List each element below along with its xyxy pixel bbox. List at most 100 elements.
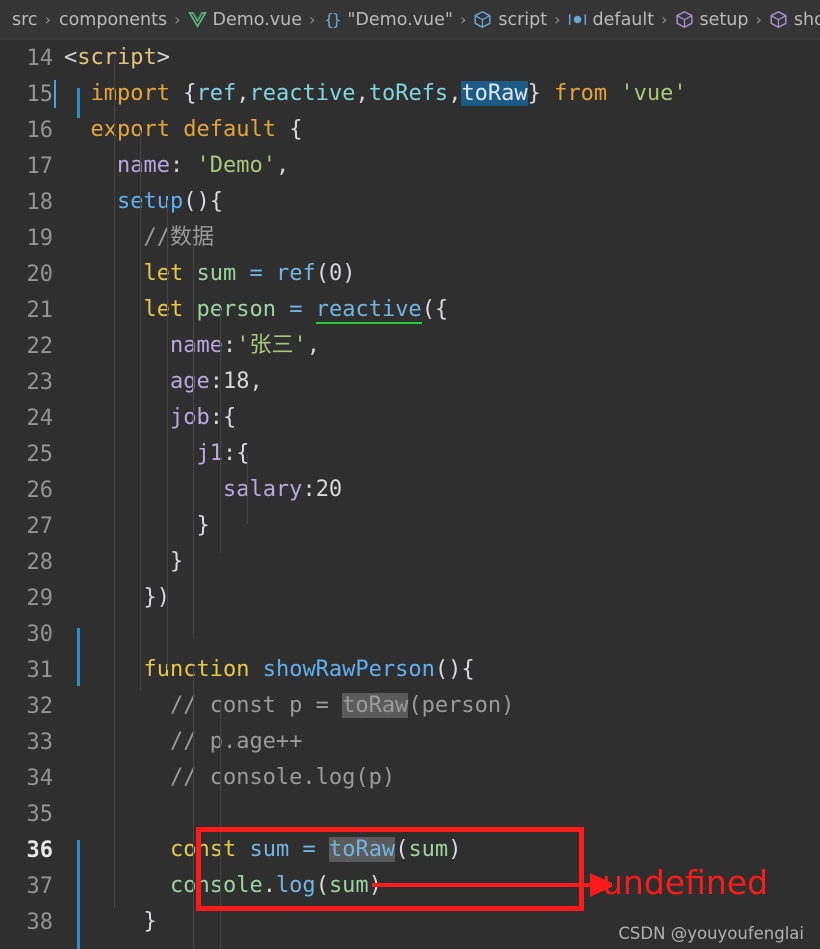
code-token: reactive — [315, 297, 422, 324]
code-token: < — [64, 45, 78, 70]
code-line[interactable]: 29 }) — [0, 580, 820, 616]
breadcrumb-item-script[interactable]: script — [473, 10, 547, 30]
breadcrumb-item-label: "Demo.vue" — [347, 9, 453, 30]
code-line[interactable]: 14 <script> — [0, 40, 820, 76]
code-line-content[interactable]: <script> — [64, 40, 820, 76]
code-line[interactable]: 22 name:'张三', — [0, 328, 820, 364]
breadcrumb[interactable]: src › components › Demo.vue › {} "Demo.vue" › scr… — [0, 0, 820, 40]
code-token: ) — [448, 837, 462, 862]
code-line[interactable]: 21 let person = reactive({ — [0, 292, 820, 328]
code-line[interactable]: 31 function showRawPerson(){ — [0, 652, 820, 688]
code-token: job — [169, 405, 210, 430]
code-line-content[interactable]: age:18, — [64, 364, 820, 400]
code-line[interactable]: 16 export default { — [0, 112, 820, 148]
code-line[interactable]: 28 } — [0, 544, 820, 580]
breadcrumb-separator: › — [661, 10, 668, 29]
code-line[interactable]: 35 — [0, 796, 820, 832]
code-token: salary — [222, 477, 303, 502]
code-line[interactable]: 18 setup(){ — [0, 184, 820, 220]
code-line[interactable]: 15 import {ref,reactive,toRefs,toRaw} fr… — [0, 76, 820, 112]
breadcrumb-item-default[interactable]: default — [568, 10, 654, 30]
code-line[interactable]: 30 — [0, 616, 820, 652]
line-number: 28 — [26, 549, 54, 575]
code-line[interactable]: 34 // console.log(p) — [0, 760, 820, 796]
line-number: 33 — [26, 729, 54, 755]
code-line-content[interactable]: job:{ — [64, 400, 820, 436]
code-line-content[interactable]: function showRawPerson(){ — [64, 652, 820, 688]
breadcrumb-item-showrawp[interactable]: showRawP — [769, 10, 820, 30]
code-line[interactable]: 25 j1:{ — [0, 436, 820, 472]
code-line[interactable]: 23 age:18, — [0, 364, 820, 400]
code-line-content[interactable]: setup(){ — [64, 184, 820, 220]
code-line-content[interactable]: // console.log(p) — [64, 760, 820, 796]
code-token: = — [289, 297, 303, 322]
code-line[interactable]: 27 } — [0, 508, 820, 544]
breadcrumb-item-demovue[interactable]: Demo.vue — [187, 9, 302, 30]
code-token: , — [306, 333, 320, 358]
code-line[interactable]: 32 // const p = toRaw(person) — [0, 688, 820, 724]
code-line-content[interactable]: //数据 — [64, 220, 820, 256]
code-line-content[interactable]: j1:{ — [64, 436, 820, 472]
code-line[interactable]: 19 //数据 — [0, 220, 820, 256]
code-line-content[interactable]: export default { — [64, 112, 820, 148]
code-token: ({ — [421, 297, 449, 322]
code-line[interactable]: 33 // p.age++ — [0, 724, 820, 760]
code-line-content[interactable]: name: 'Demo', — [64, 148, 820, 184]
line-number: 16 — [26, 117, 54, 143]
breadcrumb-item-src[interactable]: src — [11, 10, 38, 30]
code-token: '张三' — [236, 333, 307, 358]
breadcrumb-item-components[interactable]: components — [58, 10, 167, 30]
code-token: ref — [196, 81, 237, 106]
code-token: sum — [408, 837, 449, 862]
code-token: . — [262, 873, 276, 898]
code-editor[interactable]: 14 <script> 15 import {ref,reactive,toRefs… — [0, 40, 820, 949]
breadcrumb-separator: › — [308, 10, 316, 29]
code-token: let — [143, 261, 184, 286]
code-line-content[interactable]: salary:20 — [64, 472, 820, 508]
vue-logo-icon — [187, 10, 207, 29]
cube-purple-icon — [675, 10, 694, 29]
code-line-content[interactable]: let sum = ref(0) — [64, 256, 820, 292]
line-number: 26 — [26, 477, 54, 503]
code-line-content[interactable]: } — [64, 508, 820, 544]
braces-icon: {} — [324, 10, 341, 29]
code-line-content[interactable]: import {ref,reactive,toRefs,toRaw} from … — [54, 76, 820, 112]
code-token: = — [249, 261, 263, 286]
breadcrumb-separator: › — [755, 10, 762, 29]
code-line-content[interactable]: let person = reactive({ — [64, 292, 820, 328]
breadcrumb-item-demovue[interactable]: {} "Demo.vue" — [322, 10, 453, 30]
breadcrumb-item-label: Demo.vue — [212, 9, 302, 30]
code-token: } — [527, 81, 541, 106]
breadcrumb-separator: › — [174, 10, 181, 29]
code-token: //数据 — [143, 225, 214, 250]
code-token: (){ — [434, 657, 475, 682]
cube-purple-icon — [769, 10, 788, 29]
breadcrumb-item-setup[interactable]: setup — [675, 10, 748, 30]
line-number: 32 — [26, 693, 54, 719]
code-token: : — [169, 153, 197, 178]
code-token: toRefs — [368, 81, 449, 106]
code-line-content[interactable]: name:'张三', — [64, 328, 820, 364]
code-token: }) — [143, 585, 170, 610]
code-line[interactable]: 20 let sum = ref(0) — [0, 256, 820, 292]
code-line[interactable]: 24 job:{ — [0, 400, 820, 436]
code-line[interactable]: 26 salary:20 — [0, 472, 820, 508]
code-token: , — [355, 81, 369, 106]
line-number: 38 — [26, 909, 54, 935]
code-line-content[interactable]: // p.age++ — [64, 724, 820, 760]
line-number: 29 — [26, 585, 54, 611]
code-line[interactable]: 17 name: 'Demo', — [0, 148, 820, 184]
line-number: 30 — [26, 621, 54, 647]
code-line-content[interactable]: }) — [64, 580, 820, 616]
line-number: 22 — [26, 333, 54, 359]
code-token: sum — [196, 261, 237, 286]
code-line-content[interactable]: // const p = toRaw(person) — [64, 688, 820, 724]
code-line-content[interactable]: } — [64, 544, 820, 580]
code-token: , — [275, 153, 290, 178]
